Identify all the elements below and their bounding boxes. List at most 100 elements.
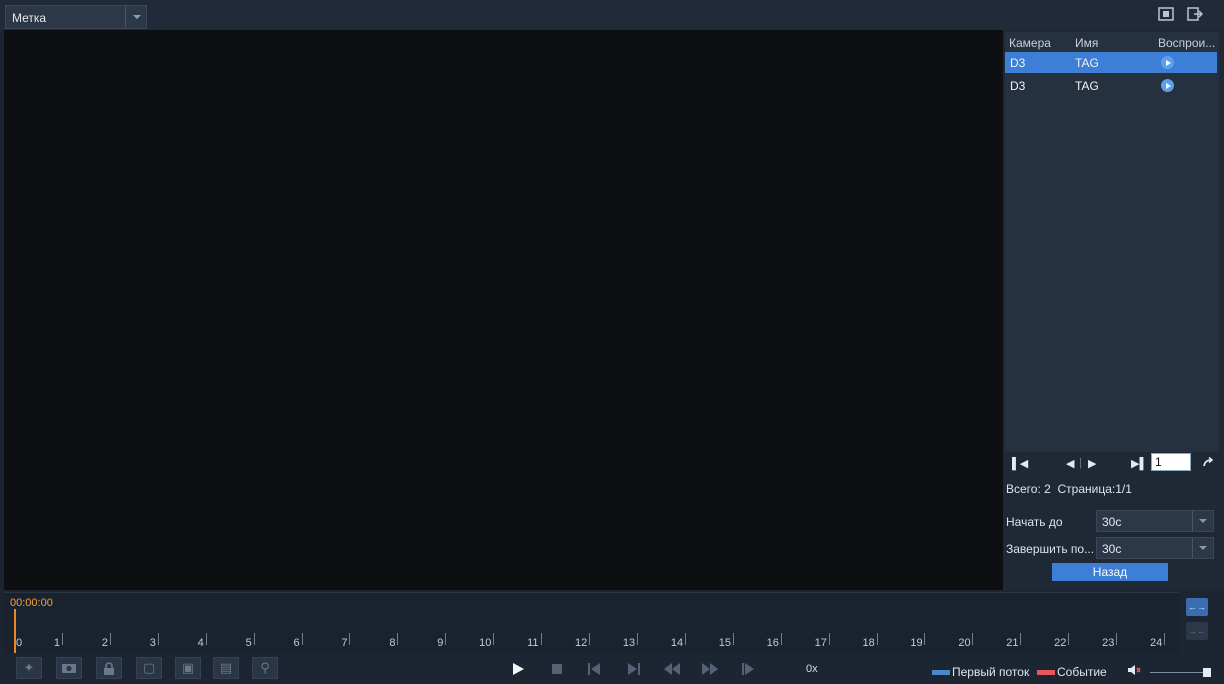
- hour-label: 8: [389, 637, 396, 649]
- hour-label: 6: [293, 637, 300, 649]
- play-icon[interactable]: [1161, 56, 1174, 69]
- hour-tick: [732, 633, 734, 645]
- hour-label: 10: [479, 637, 492, 649]
- legend-main-stream: Первый поток: [952, 665, 1030, 679]
- mute-icon[interactable]: [1127, 664, 1141, 679]
- chevron-down-icon[interactable]: [1192, 511, 1213, 531]
- start-select[interactable]: 30с: [1096, 510, 1214, 532]
- mode-select[interactable]: Метка: [5, 5, 147, 29]
- prev-page-icon[interactable]: ◀: [1066, 457, 1074, 470]
- total-count: Всего: 2: [1006, 482, 1051, 496]
- chevron-down-icon[interactable]: [1192, 538, 1213, 558]
- row-name: TAG: [1075, 79, 1099, 93]
- legend-swatch-event: [1037, 670, 1055, 675]
- row-camera: D3: [1010, 79, 1026, 93]
- time-readout: 00:00:00: [10, 597, 53, 609]
- hour-tick: [109, 633, 111, 645]
- prev-frame-button[interactable]: [582, 659, 606, 679]
- zoom-in-icon[interactable]: ←→: [1186, 598, 1208, 616]
- legend-swatch-main: [932, 670, 950, 675]
- hour-tick: [445, 633, 447, 645]
- row-camera: D3: [1010, 56, 1026, 70]
- hour-tick: [397, 633, 399, 645]
- exit-icon[interactable]: [1186, 6, 1204, 22]
- hour-label: 20: [958, 637, 971, 649]
- hour-tick: [61, 633, 63, 645]
- hour-label: 2: [101, 637, 108, 649]
- stop-button[interactable]: [545, 659, 569, 679]
- custom-tag-icon[interactable]: ▣: [175, 657, 201, 679]
- hour-label: 12: [575, 637, 588, 649]
- hour-tick: [876, 633, 878, 645]
- hour-label: 16: [766, 637, 779, 649]
- first-page-icon[interactable]: ▌◀: [1012, 457, 1028, 470]
- play-button[interactable]: [506, 659, 530, 679]
- pager-divider: |: [1079, 457, 1082, 469]
- hour-tick: [1068, 633, 1070, 645]
- clip-icon[interactable]: ✦: [16, 657, 42, 679]
- hour-label: 15: [718, 637, 731, 649]
- row-name: TAG: [1075, 56, 1099, 70]
- rewind-button[interactable]: [660, 659, 684, 679]
- column-camera[interactable]: Камера: [1009, 36, 1051, 50]
- tag-list[interactable]: Камера Имя Воспрои... D3 TAG D3 TAG: [1005, 32, 1219, 452]
- column-name[interactable]: Имя: [1075, 36, 1098, 50]
- next-page-icon[interactable]: ▶: [1088, 457, 1096, 470]
- hour-label: 13: [622, 637, 636, 649]
- hour-tick: [541, 633, 543, 645]
- hour-tick: [493, 633, 495, 645]
- last-page-icon[interactable]: ▶▌: [1131, 457, 1147, 470]
- hour-label: 21: [1006, 637, 1019, 649]
- hour-label: 17: [814, 637, 827, 649]
- timeline[interactable]: 00:00:00 0 1 2 3 4 5 6 7 8 9 10 11 12 13 14 15 16 17 18 19 2…: [4, 592, 1179, 654]
- lock-icon[interactable]: [96, 657, 122, 679]
- tag-panel: Камера Имя Воспрои... D3 TAG D3 TAG ▌◀ ◀…: [1003, 30, 1224, 590]
- totals-line: Всего: 2 Страница:1/1: [1006, 482, 1132, 496]
- fast-forward-button[interactable]: [698, 659, 722, 679]
- snapshot-icon[interactable]: [56, 657, 82, 679]
- video-viewport[interactable]: [4, 30, 1003, 590]
- hour-tick: [589, 633, 590, 645]
- hour-label: 0: [16, 637, 23, 649]
- page-count: Страница:1/1: [1057, 482, 1132, 496]
- bottom-toolbar: ✦ ▢ ▣ ▤ ⚲ 0x Первый поток Событие: [0, 655, 1224, 684]
- save-clip-icon[interactable]: ▤: [213, 657, 239, 679]
- hour-label: 9: [437, 637, 444, 649]
- mode-select-value: Метка: [12, 11, 47, 25]
- play-icon[interactable]: [1161, 79, 1174, 92]
- fullscreen-icon[interactable]: [1157, 6, 1175, 22]
- hour-tick: [828, 633, 830, 645]
- end-select[interactable]: 30с: [1096, 537, 1214, 559]
- hour-label: 23: [1102, 637, 1115, 649]
- volume-knob[interactable]: [1203, 668, 1211, 677]
- hour-tick: [1020, 633, 1022, 645]
- end-select-value: 30с: [1102, 542, 1122, 556]
- chevron-down-icon[interactable]: [125, 6, 147, 28]
- top-bar: Метка: [0, 0, 1224, 30]
- volume-track[interactable]: [1150, 672, 1210, 673]
- slow-play-button[interactable]: [736, 659, 760, 679]
- hour-label: 1: [53, 637, 61, 649]
- hour-label: 7: [341, 637, 348, 649]
- list-item[interactable]: D3 TAG: [1005, 52, 1217, 73]
- hour-tick: [1116, 633, 1118, 645]
- go-page-icon[interactable]: [1203, 456, 1214, 470]
- hour-tick: [636, 633, 638, 645]
- hour-label: 3: [149, 637, 156, 649]
- hour-tick: [301, 633, 303, 645]
- next-frame-button[interactable]: [622, 659, 646, 679]
- zoom-icon[interactable]: ⚲: [252, 657, 278, 679]
- hour-tick: [349, 633, 351, 645]
- hour-label: 22: [1054, 637, 1067, 649]
- list-item[interactable]: D3 TAG: [1005, 75, 1217, 96]
- speed-readout: 0x: [806, 663, 818, 675]
- pager: ▌◀ ◀ | ▶ ▶▌: [1003, 452, 1224, 476]
- hour-label: 4: [197, 637, 204, 649]
- hour-label: 5: [245, 637, 252, 649]
- page-number-input[interactable]: [1151, 453, 1191, 471]
- add-tag-icon[interactable]: ▢: [136, 657, 162, 679]
- zoom-out-icon[interactable]: →←: [1186, 622, 1208, 640]
- back-button[interactable]: Назад: [1052, 563, 1168, 581]
- column-play[interactable]: Воспрои...: [1158, 36, 1215, 50]
- hour-tick: [253, 633, 255, 645]
